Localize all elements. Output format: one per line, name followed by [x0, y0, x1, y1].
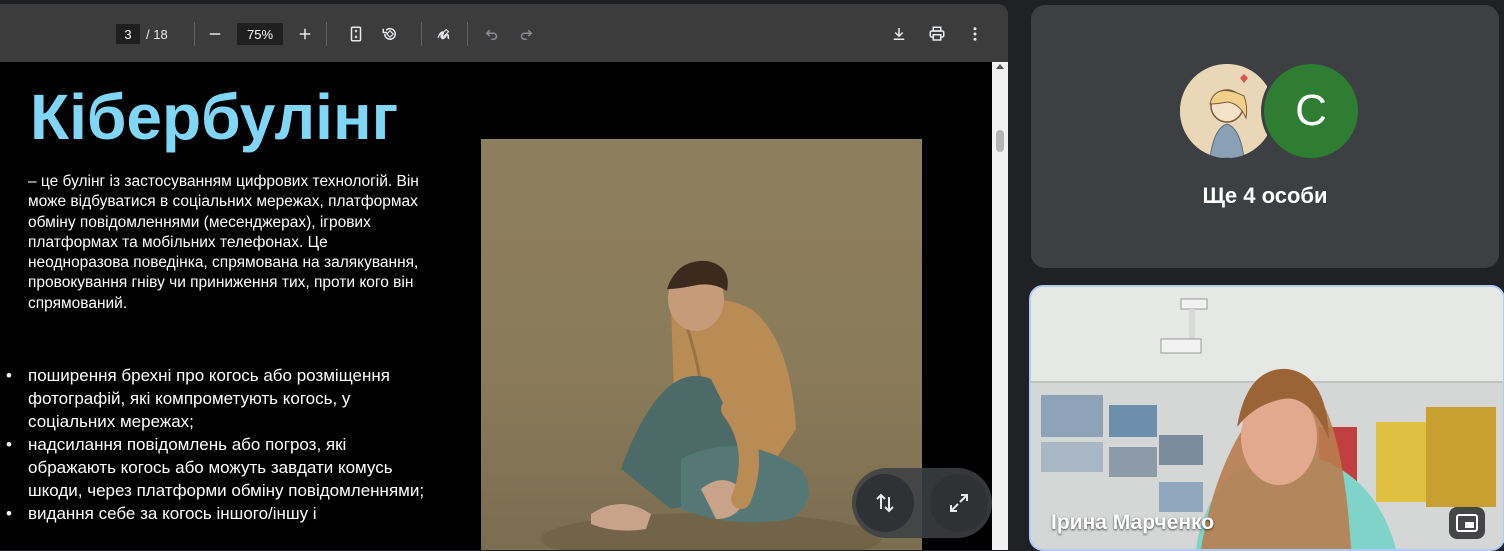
print-icon — [929, 26, 945, 41]
download-icon — [893, 28, 905, 40]
pdf-scrollbar[interactable] — [992, 62, 1008, 550]
scroll-up-arrow-icon[interactable] — [996, 64, 1004, 69]
undo-icon — [485, 29, 498, 40]
fullscreen-icon — [950, 494, 968, 512]
toolbar-divider — [421, 22, 422, 46]
fit-page-icon — [350, 26, 362, 42]
participant-avatar-letter: C — [1261, 61, 1361, 161]
slide-title: Кібербулінг — [30, 81, 399, 153]
list-item: видання себе за когось іншого/іншу і — [6, 502, 436, 525]
more-vert-icon — [973, 27, 977, 41]
page-number-input[interactable]: 3 — [116, 24, 140, 44]
annotate-button[interactable] — [430, 20, 458, 48]
swap-vert-icon — [876, 493, 894, 513]
slide-bullet-list: поширення брехні про когось або розміщен… — [6, 364, 436, 525]
pdf-toolbar: 3 / 18 75% — [0, 4, 1008, 62]
picture-in-picture-icon — [1456, 514, 1478, 532]
pdf-page: Кібербулінг – це булінг із застосуванням… — [0, 62, 992, 550]
fullscreen-button[interactable] — [930, 474, 988, 532]
scroll-thumb[interactable] — [996, 130, 1004, 152]
print-button[interactable] — [923, 20, 951, 48]
zoom-in-button[interactable] — [291, 20, 319, 48]
slide-intro-text: – це булінг із застосуванням цифрових те… — [28, 173, 419, 312]
pdf-viewer: 3 / 18 75% Кібербулінг – це булінг із за… — [0, 0, 1008, 550]
list-item: поширення брехні про когось або розміщен… — [6, 364, 436, 433]
more-options-button[interactable] — [961, 20, 989, 48]
toolbar-divider — [194, 22, 195, 46]
more-participants-label: Ще 4 особи — [1202, 183, 1328, 208]
rotate-icon — [382, 27, 396, 40]
redo-button[interactable] — [512, 20, 540, 48]
participant-camera-feed — [1031, 287, 1503, 549]
cartoon-girl-avatar-icon — [1180, 64, 1274, 158]
zoom-out-button[interactable] — [201, 20, 229, 48]
minus-icon — [209, 33, 221, 35]
plus-icon — [299, 28, 311, 40]
toolbar-divider — [326, 22, 327, 46]
rotate-button[interactable] — [376, 20, 404, 48]
fit-page-button[interactable] — [342, 20, 370, 48]
participant-name: Ірина Марченко — [1051, 511, 1215, 534]
swap-layout-button[interactable] — [856, 474, 914, 532]
redo-icon — [520, 29, 533, 40]
list-item: надсилання повідомлень або погроз, які о… — [6, 433, 436, 502]
download-button[interactable] — [885, 20, 913, 48]
pen-icon — [437, 28, 450, 40]
page-total: / 18 — [146, 26, 168, 42]
floating-controls — [852, 468, 992, 538]
toolbar-divider — [467, 22, 468, 46]
other-participants-tile[interactable]: C Ще 4 особи — [1031, 5, 1499, 268]
participant-video-tile[interactable]: Ірина Марченко — [1029, 285, 1504, 551]
picture-in-picture-button[interactable] — [1449, 507, 1485, 539]
zoom-input[interactable]: 75% — [237, 23, 283, 45]
undo-button[interactable] — [478, 20, 506, 48]
